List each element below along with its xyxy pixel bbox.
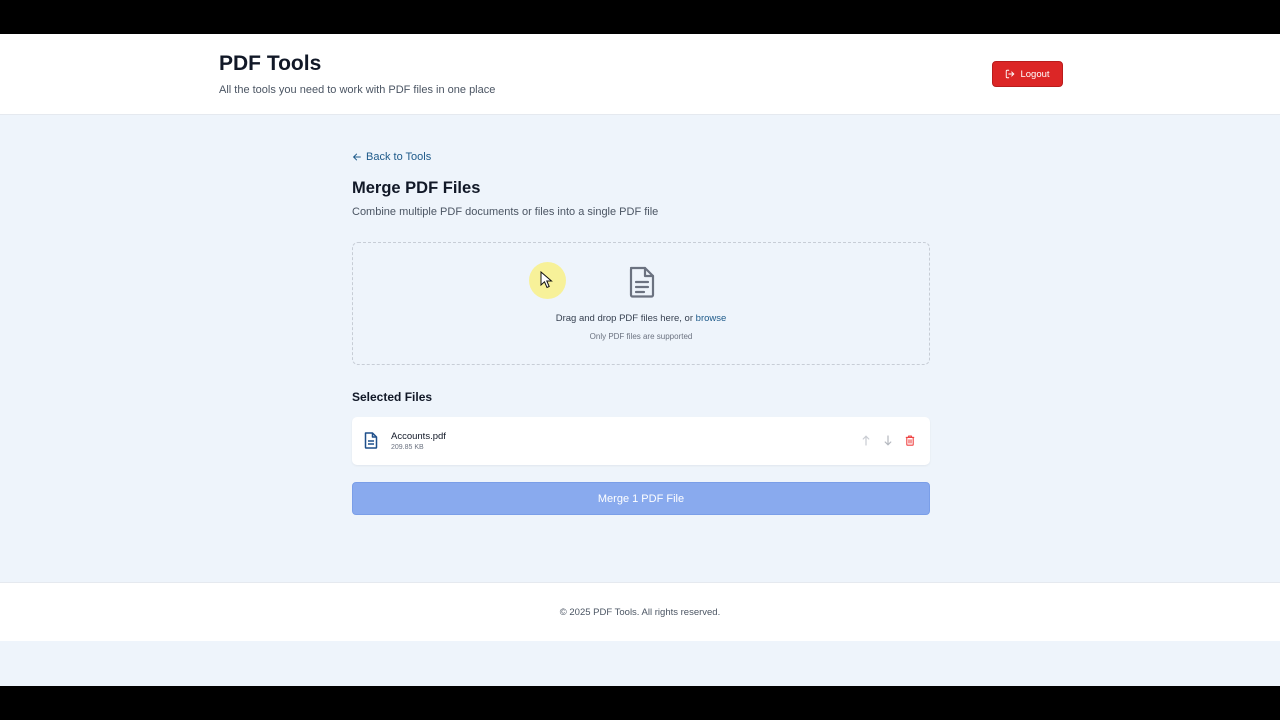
move-down-button[interactable] — [882, 434, 894, 447]
app-subtitle: All the tools you need to work with PDF … — [219, 84, 496, 96]
page-subtitle: Combine multiple PDF documents or files … — [352, 206, 659, 218]
file-name: Accounts.pdf — [391, 431, 446, 442]
file-size: 209.85 KB — [391, 444, 424, 451]
dropzone-note: Only PDF files are supported — [589, 332, 693, 341]
dropzone-text: Drag and drop PDF files here, or browse — [555, 313, 727, 324]
remove-file-button[interactable] — [904, 434, 916, 447]
app-title: PDF Tools — [219, 52, 322, 75]
browse-link[interactable]: browse — [696, 313, 727, 324]
logout-button[interactable]: Logout — [992, 61, 1063, 87]
page-footer: © 2025 PDF Tools. All rights reserved. — [0, 582, 1280, 641]
move-up-button[interactable] — [860, 434, 872, 447]
app-frame: PDF Tools All the tools you need to work… — [0, 34, 1280, 686]
merge-button[interactable]: Merge 1 PDF File — [352, 482, 930, 515]
arrow-up-icon — [862, 435, 870, 446]
trash-icon — [905, 435, 915, 446]
copyright-text: © 2025 PDF Tools. All rights reserved. — [559, 607, 721, 618]
file-dropzone[interactable]: Drag and drop PDF files here, or browse … — [352, 242, 930, 365]
app-header: PDF Tools All the tools you need to work… — [0, 34, 1280, 115]
back-to-tools-link[interactable]: Back to Tools — [352, 151, 431, 163]
logout-label: Logout — [1020, 68, 1050, 80]
arrow-left-icon — [353, 153, 361, 161]
mouse-pointer-icon — [540, 271, 553, 289]
file-row: Accounts.pdf 209.85 KB — [352, 417, 930, 465]
file-text-icon — [364, 432, 378, 449]
arrow-down-icon — [884, 435, 892, 446]
page-title: Merge PDF Files — [352, 179, 481, 197]
document-icon — [629, 266, 655, 298]
logout-icon — [1006, 69, 1015, 79]
selected-files-title: Selected Files — [352, 390, 433, 404]
back-label: Back to Tools — [366, 151, 432, 163]
